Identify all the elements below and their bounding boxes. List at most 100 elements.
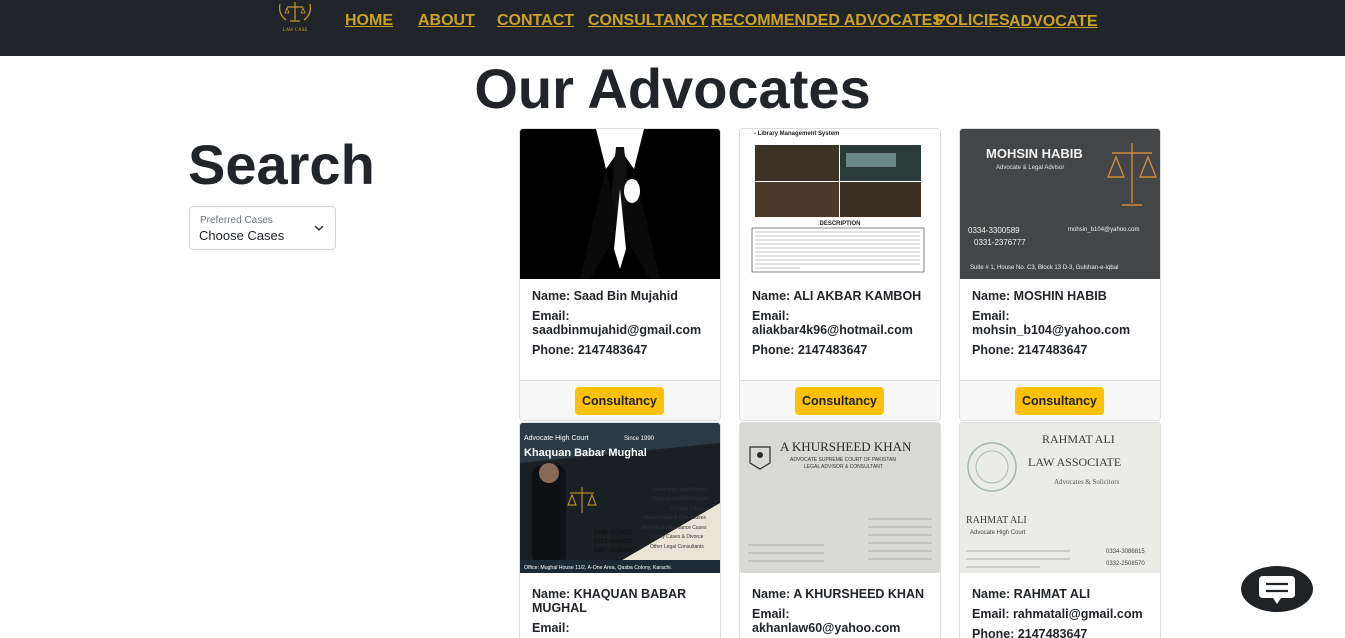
nav-contact-link[interactable]: CONTACT xyxy=(497,12,574,30)
advocate-card: MOHSIN HABIB Advocate & Legal Advisor 03… xyxy=(959,128,1161,421)
advocate-name: Name: KHAQUAN BABAR MUGHAL xyxy=(532,587,687,615)
advocate-email: Email: aliakbar4k96@hotmail.com xyxy=(752,309,932,337)
email-label: Email: xyxy=(532,309,570,323)
advocate-photo: A KHURSHEED KHAN ADVOCATE SUPREME COURT … xyxy=(740,423,940,573)
card-image-email: mohsin_b104@yahoo.com xyxy=(1068,227,1139,233)
card-body: Name: MOSHIN HABIB Email: mohsin_b104@ya… xyxy=(972,289,1152,363)
card-body: Name: KHAQUAN BABAR MUGHAL Email: xyxy=(532,587,712,638)
service-item: Other Legal Consultants xyxy=(650,544,704,550)
card-footer: Consultancy xyxy=(740,380,940,420)
card-image-phone-2: 0331-2376777 xyxy=(974,238,1026,247)
card-body: Name: RAHMAT ALI Email: rahmatali@gmail.… xyxy=(972,587,1152,638)
card-image-title: Advocate & Legal Advisor xyxy=(996,165,1064,171)
chat-bubble-icon xyxy=(1259,576,1295,604)
card-image-address: Suite # 1, House No. C3, Block 13 D-3, G… xyxy=(970,265,1118,271)
office-address: Office: Mughal House 11/2, A-One Area, Q… xyxy=(524,565,672,571)
advocate-email: Email: mohsin_b104@yahoo.com xyxy=(972,309,1152,337)
nav-consultancy-link[interactable]: CONSULTANCY xyxy=(588,12,708,30)
email-value: mohsin_b104@yahoo.com xyxy=(972,323,1131,337)
card-footer: Consultancy xyxy=(520,380,720,420)
advocate-card: Advocate High Court Since 1990 Khaquan B… xyxy=(519,422,721,638)
advocate-photo: MOHSIN HABIB Advocate & Legal Advisor 03… xyxy=(960,129,1160,279)
nav-recommended-advocates-link[interactable]: RECOMMENDED ADVOCATES xyxy=(711,12,943,30)
card-footer: Consultancy xyxy=(960,380,1160,420)
advocate-name: Name: A KHURSHEED KHAN xyxy=(752,587,925,601)
advocate-card: - Library Management System DESCRIPTION … xyxy=(739,128,941,421)
image-caption-text: DESCRIPTION xyxy=(819,221,860,227)
chat-button[interactable] xyxy=(1241,566,1313,612)
advocate-photo: - Library Management System DESCRIPTION xyxy=(740,129,940,279)
advocate-card: RAHMAT ALI LAW ASSOCIATE Advocates & Sol… xyxy=(959,422,1161,638)
chevron-down-icon xyxy=(314,225,324,232)
card-image-line-2: LAW ASSOCIATE xyxy=(1028,455,1121,469)
card-image-line-1: RAHMAT ALI xyxy=(1042,432,1115,446)
advocate-email: Email: saadbinmujahid@gmail.com xyxy=(532,309,712,337)
card-image-line-3: Advocates & Solicitors xyxy=(1054,478,1120,486)
email-value: saadbinmujahid@gmail.com xyxy=(532,323,702,337)
card-body: Name: A KHURSHEED KHAN Email: akhanlaw60… xyxy=(752,587,932,638)
advocate-photo: Advocate High Court Since 1990 Khaquan B… xyxy=(520,423,720,573)
contact-label: Contact Now xyxy=(594,521,623,527)
advocate-name: Name: Saad Bin Mujahid xyxy=(532,289,678,303)
logo-text: LAW CASE xyxy=(283,28,308,33)
card-image-title: Advocate High Court xyxy=(970,530,1026,536)
contact-phone: 0307-2548296 xyxy=(594,548,633,554)
search-heading: Search xyxy=(188,133,375,196)
card-body: Name: ALI AKBAR KAMBOH Email: aliakbar4k… xyxy=(752,289,932,363)
card-image-line-1: ADVOCATE SUPREME COURT OF PAKISTAN xyxy=(790,457,896,463)
select-label: Preferred Cases xyxy=(200,215,273,226)
card-image-phone-1: 0334-3086815 xyxy=(1106,549,1145,555)
service-item: Family Cases & Divorce xyxy=(650,534,704,540)
consultancy-button[interactable]: Consultancy xyxy=(575,387,664,415)
email-value: akhanlaw60@yahoo.com xyxy=(752,621,901,635)
service-item: Property and Rent Cases xyxy=(652,496,709,502)
advocate-name: Name: RAHMAT ALI xyxy=(972,587,1091,601)
email-label: Email: xyxy=(972,309,1010,323)
image-header-text: - Library Management System xyxy=(754,131,839,137)
card-image-name: A KHURSHEED KHAN xyxy=(780,439,912,454)
card-image-line-2: LEGAL ADVISOR & CONSULTANT xyxy=(804,464,883,470)
card-image-top: Advocate High Court xyxy=(524,435,589,442)
email-label: Email: xyxy=(752,607,790,621)
advocate-name: Name: MOSHIN HABIB xyxy=(972,289,1107,303)
advocate-phone: Phone: 2147483647 xyxy=(972,343,1088,357)
card-body: Name: Saad Bin Mujahid Email: saadbinmuj… xyxy=(532,289,712,363)
service-item: Banking & Inheritance Cases xyxy=(642,525,707,531)
card-image-name: MOHSIN HABIB xyxy=(986,146,1083,161)
page-title: Our Advocates xyxy=(474,57,871,120)
nav-advocate-link[interactable]: ADVOCATE xyxy=(1009,13,1098,31)
advocate-photo: RAHMAT ALI LAW ASSOCIATE Advocates & Sol… xyxy=(960,423,1160,573)
scales-of-justice-logo[interactable]: LAW CASE xyxy=(276,0,314,36)
advocate-card: Name: Saad Bin Mujahid Email: saadbinmuj… xyxy=(519,128,721,421)
service-item: Fraud Cases & Civil Abuses xyxy=(644,515,706,521)
preferred-cases-select[interactable]: Preferred Cases Choose Cases xyxy=(189,206,336,250)
email-label: Email: xyxy=(532,621,570,635)
advocate-phone: Phone: 2147483647 xyxy=(752,343,868,357)
advocate-photo xyxy=(520,129,720,279)
card-image-name: RAHMAT ALI xyxy=(966,515,1027,526)
nav-home-link[interactable]: HOME xyxy=(345,12,393,30)
advocate-phone: Phone: 2147483647 xyxy=(972,627,1088,638)
advocate-name: Name: ALI AKBAR KAMBOH xyxy=(752,289,922,303)
nav-about-link[interactable]: ABOUT xyxy=(418,12,475,30)
contact-phone: 0335-4510611 xyxy=(594,530,633,536)
advocate-card: A KHURSHEED KHAN ADVOCATE SUPREME COURT … xyxy=(739,422,941,638)
email-label: Email: xyxy=(752,309,790,323)
card-image-name: Khaquan Babar Mughal xyxy=(524,447,647,459)
services-title: OUR SERVICES xyxy=(672,479,714,485)
card-image-since: Since 1990 xyxy=(624,436,655,442)
card-image-phone-2: 0332-2508570 xyxy=(1106,561,1145,567)
advocate-phone: Phone: 2147483647 xyxy=(532,343,648,357)
contact-phone: 0312-4660835 xyxy=(594,539,633,545)
nav-policies-link[interactable]: POLICIES xyxy=(935,12,1010,30)
advocate-email: Email: akhanlaw60@yahoo.com xyxy=(752,607,932,635)
service-item: Laws and Legal Matters xyxy=(654,487,708,493)
consultancy-button[interactable]: Consultancy xyxy=(1015,387,1104,415)
select-value: Choose Cases xyxy=(199,228,285,243)
advocate-email: Email: rahmatali@gmail.com xyxy=(972,607,1143,621)
navbar: LAW CASE HOME ABOUT CONTACT CONSULTANCY … xyxy=(0,0,1345,56)
card-image-phone-1: 0334-3300589 xyxy=(968,226,1020,235)
consultancy-button[interactable]: Consultancy xyxy=(795,387,884,415)
service-item: Criminal Cases xyxy=(670,506,704,512)
advocate-email: Email: xyxy=(532,621,712,635)
